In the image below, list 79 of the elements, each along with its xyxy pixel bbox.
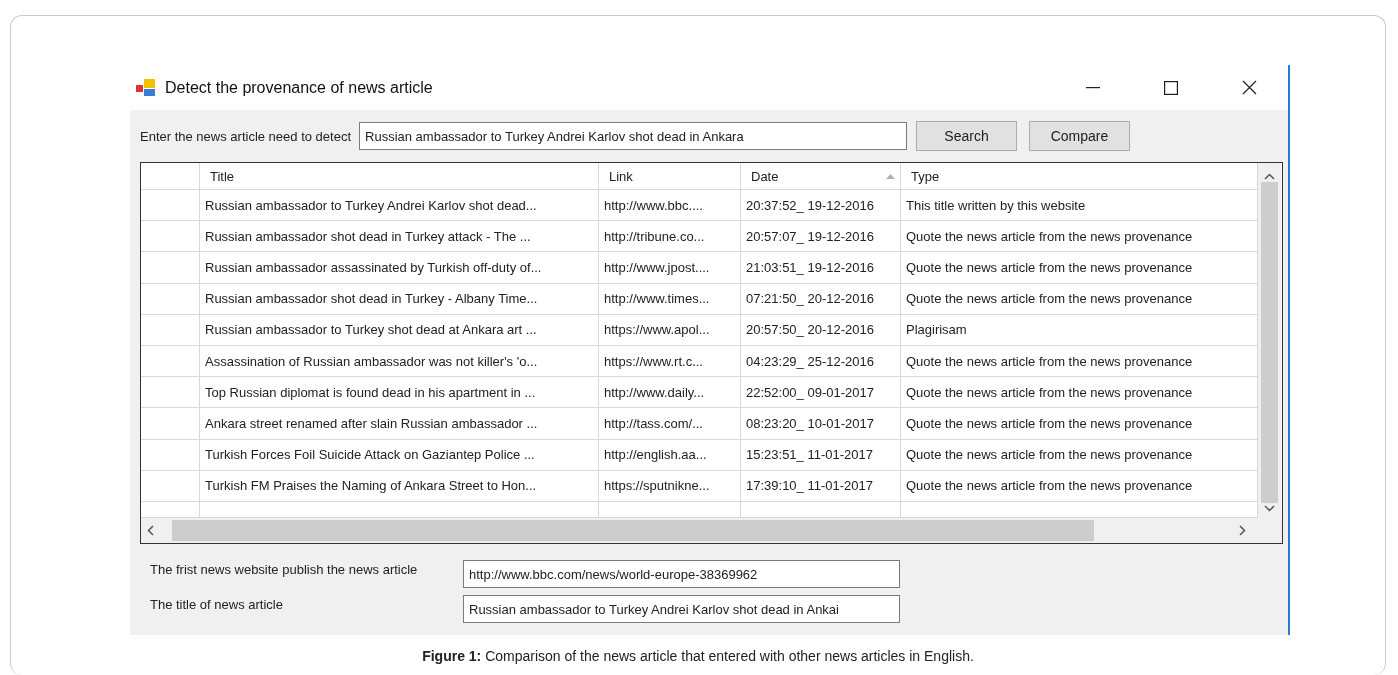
table-cell: Quote the news article from the news provenance	[901, 283, 1258, 315]
scroll-left-icon[interactable]	[147, 525, 154, 536]
row-header[interactable]	[141, 408, 200, 440]
table-cell: 08:23:20_ 10-01-2017	[741, 408, 901, 440]
horizontal-scrollbar[interactable]	[141, 518, 1282, 543]
column-header[interactable]: Title	[200, 163, 599, 190]
row-header[interactable]	[141, 190, 200, 222]
table-cell: Quote the news article from the news provenance	[901, 408, 1258, 440]
minimize-icon[interactable]	[1086, 86, 1100, 89]
column-header[interactable]: Type	[901, 163, 1258, 190]
table-cell: Quote the news article from the news provenance	[901, 345, 1258, 378]
result-field[interactable]: Russian ambassador to Turkey Andrei Karlov shot dead in Ankai	[463, 595, 900, 623]
row-header[interactable]	[141, 221, 200, 253]
table-cell: Quote the news article from the news provenance	[901, 377, 1258, 409]
app-icon	[136, 78, 156, 97]
table-cell: This title written by this website	[901, 190, 1258, 222]
table-cell: 15:23:51_ 11-01-2017	[741, 439, 901, 471]
corner-header[interactable]	[141, 163, 200, 190]
table-cell: Russian ambassador shot dead in Turkey - Albany Time...	[200, 283, 599, 315]
table-cell: Russian ambassador to Turkey shot dead at Ankara art ...	[200, 314, 599, 346]
table-cell: http://english.aa...	[599, 439, 741, 471]
search-field[interactable]: Russian ambassador to Turkey Andrei Karlov shot dead in Ankara	[359, 122, 907, 150]
result-field[interactable]: http://www.bbc.com/news/world-europe-38369962	[463, 560, 900, 588]
scroll-up-icon[interactable]	[1264, 173, 1275, 180]
table-cell: Quote the news article from the news provenance	[901, 221, 1258, 253]
table-cell: http://www.daily...	[599, 377, 741, 409]
row-header[interactable]	[141, 377, 200, 409]
vertical-scrollbar[interactable]	[1258, 163, 1281, 518]
table-cell: https://www.apol...	[599, 314, 741, 346]
row-header[interactable]	[141, 283, 200, 315]
row-header[interactable]	[141, 252, 200, 284]
table-cell: Russian ambassador to Turkey Andrei Karlov shot dead...	[200, 190, 599, 222]
table-cell: Russian ambassador shot dead in Turkey attack - The ...	[200, 221, 599, 253]
action-button[interactable]: Compare	[1029, 121, 1130, 151]
table-cell: Plagirisam	[901, 314, 1258, 346]
row-header[interactable]	[141, 470, 200, 502]
table-cell: 17:39:10_ 11-01-2017	[741, 470, 901, 502]
table-cell: 21:03:51_ 19-12-2016	[741, 252, 901, 284]
table-cell: http://www.bbc....	[599, 190, 741, 222]
table-cell: https://sputnikne...	[599, 470, 741, 502]
action-button[interactable]: Search	[916, 121, 1017, 151]
window-title: Detect the provenance of news article	[165, 78, 433, 97]
table-cell: Quote the news article from the news provenance	[901, 439, 1258, 471]
table-cell: Assassination of Russian ambassador was not killer's 'o...	[200, 345, 599, 378]
table-cell: https://www.rt.c...	[599, 345, 741, 378]
search-label: Enter the news article need to detect	[140, 128, 351, 144]
table-cell: 20:57:50_ 20-12-2016	[741, 314, 901, 346]
table-cell: 22:52:00_ 09-01-2017	[741, 377, 901, 409]
sort-arrow-icon	[886, 173, 895, 179]
row-header[interactable]	[141, 501, 200, 518]
scrollbar-thumb[interactable]	[172, 520, 1094, 541]
table-cell: Turkish Forces Foil Suicide Attack on Gaziantep Police ...	[200, 439, 599, 471]
table-cell: 04:23:29_ 25-12-2016	[741, 345, 901, 378]
table-cell: 20:57:07_ 19-12-2016	[741, 221, 901, 253]
scroll-down-icon[interactable]	[1264, 505, 1275, 512]
table-cell: Quote the news article from the news provenance	[901, 252, 1258, 284]
scrollbar-thumb[interactable]	[1261, 182, 1278, 503]
table-cell: Turkish FM Praises the Naming of Ankara Street to Hon...	[200, 470, 599, 502]
table-cell: Russian ambassador assassinated by Turkish off-duty of...	[200, 252, 599, 284]
field-label: The frist news website publish the news article	[150, 561, 419, 577]
maximize-icon[interactable]	[1164, 80, 1178, 95]
table-cell: Top Russian diplomat is found dead in his apartment in ...	[200, 377, 599, 409]
row-header[interactable]	[141, 314, 200, 346]
table-cell: Ankara street renamed after slain Russian ambassador ...	[200, 408, 599, 440]
table-cell: http://tribune.co...	[599, 221, 741, 253]
table-cell: 07:21:50_ 20-12-2016	[741, 283, 901, 315]
scroll-right-icon[interactable]	[1239, 525, 1246, 536]
column-header[interactable]: Date	[741, 163, 901, 190]
table-cell: http://www.times...	[599, 283, 741, 315]
figure-caption: Figure 1: Comparison of the news article that entered with other news articles in English.	[422, 648, 974, 664]
table-cell: http://www.jpost....	[599, 252, 741, 284]
field-label: The title of news article	[150, 596, 284, 612]
table-cell: http://tass.com/...	[599, 408, 741, 440]
row-header[interactable]	[141, 345, 200, 378]
table-cell: Quote the news article from the news provenance	[901, 470, 1258, 502]
table-cell: 20:37:52_ 19-12-2016	[741, 190, 901, 222]
close-icon[interactable]	[1241, 80, 1257, 95]
row-header[interactable]	[141, 439, 200, 471]
column-header[interactable]: Link	[599, 163, 741, 190]
